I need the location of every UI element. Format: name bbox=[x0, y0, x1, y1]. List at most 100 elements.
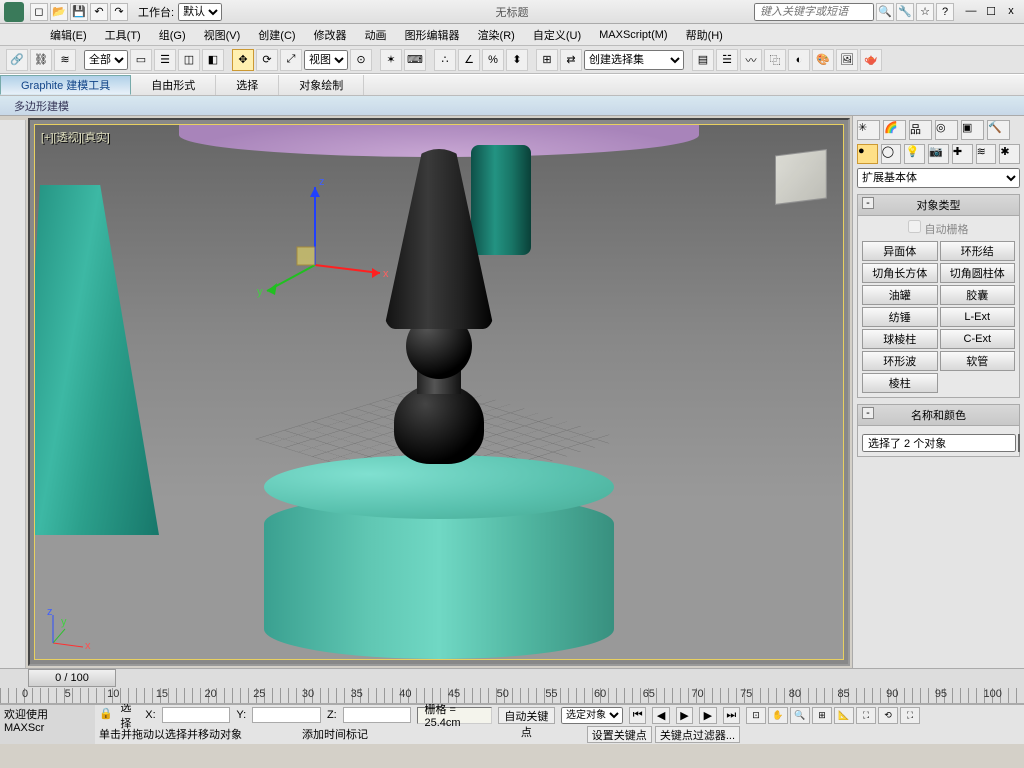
snap-icon[interactable]: ∴ bbox=[434, 49, 456, 71]
prev-frame-icon[interactable]: ◀ bbox=[652, 707, 669, 724]
binoculars-icon[interactable]: 🔍 bbox=[876, 3, 894, 21]
cat-helpers-icon[interactable]: ✚ bbox=[952, 144, 973, 164]
time-slider[interactable]: 0 / 100 bbox=[28, 669, 116, 687]
viewcube[interactable] bbox=[775, 149, 827, 205]
z-coord-input[interactable] bbox=[343, 707, 412, 723]
selection-filter[interactable]: 全部 bbox=[84, 50, 128, 70]
render-setup-icon[interactable]: 🎨 bbox=[812, 49, 834, 71]
btn-capsule[interactable]: 胶囊 bbox=[940, 285, 1016, 305]
btn-chamfercyl[interactable]: 切角圆柱体 bbox=[940, 263, 1016, 283]
nav-orbit-icon[interactable]: ⟲ bbox=[878, 707, 898, 724]
cat-shapes-icon[interactable]: ◯ bbox=[881, 144, 902, 164]
keymode-icon[interactable]: ⌨ bbox=[404, 49, 426, 71]
qat-save[interactable]: 💾 bbox=[70, 3, 88, 21]
btn-gengon[interactable]: 球棱柱 bbox=[862, 329, 938, 349]
cp-motion-icon[interactable]: ◎ bbox=[935, 120, 958, 140]
tab-paint[interactable]: 对象绘制 bbox=[279, 75, 364, 95]
minimize-button[interactable]: — bbox=[962, 5, 980, 18]
cat-lights-icon[interactable]: 💡 bbox=[904, 144, 925, 164]
viewport[interactable]: [+][透视][真实] x y z bbox=[28, 118, 850, 666]
nav-maximize-icon[interactable]: ⛶ bbox=[900, 707, 920, 724]
menu-tools[interactable]: 工具(T) bbox=[105, 27, 141, 43]
timeline-ruler[interactable]: 0510152025303540455055606570758085909510… bbox=[0, 688, 1024, 704]
object-color-swatch[interactable] bbox=[1018, 434, 1020, 452]
maximize-button[interactable]: ☐ bbox=[982, 5, 1000, 18]
btn-spindle[interactable]: 纺锤 bbox=[862, 307, 938, 327]
nav-zoom-icon[interactable]: 🔍 bbox=[790, 707, 810, 724]
bind-icon[interactable]: ≋ bbox=[54, 49, 76, 71]
btn-torusknot[interactable]: 环形结 bbox=[940, 241, 1016, 261]
btn-hose[interactable]: 软管 bbox=[940, 351, 1016, 371]
move-icon[interactable]: ✥ bbox=[232, 49, 254, 71]
manip-icon[interactable]: ✶ bbox=[380, 49, 402, 71]
nav-fov-icon[interactable]: 📐 bbox=[834, 707, 854, 724]
material-icon[interactable]: ◐ bbox=[788, 49, 810, 71]
qat-redo[interactable]: ↷ bbox=[110, 3, 128, 21]
menu-graph[interactable]: 图形编辑器 bbox=[405, 27, 460, 43]
geometry-category[interactable]: 扩展基本体 bbox=[857, 168, 1020, 188]
time-tag-hint[interactable]: 添加时间标记 bbox=[302, 726, 368, 742]
schematic-icon[interactable]: ⿻ bbox=[764, 49, 786, 71]
btn-lext[interactable]: L-Ext bbox=[940, 307, 1016, 327]
cp-hierarchy-icon[interactable]: 品 bbox=[909, 120, 932, 140]
ref-coord-system[interactable]: 视图 bbox=[304, 50, 348, 70]
curve-editor-icon[interactable]: 〰 bbox=[740, 49, 762, 71]
cat-spacewarps-icon[interactable]: ≋ bbox=[976, 144, 997, 164]
wrench-icon[interactable]: 🔧 bbox=[896, 3, 914, 21]
nav-zoomext-icon[interactable]: ⛶ bbox=[856, 707, 876, 724]
mirror-icon[interactable]: ⇄ bbox=[560, 49, 582, 71]
menu-modifiers[interactable]: 修改器 bbox=[314, 27, 347, 43]
cp-modify-icon[interactable]: 🌈 bbox=[883, 120, 906, 140]
search-input[interactable] bbox=[754, 3, 874, 21]
key-target-select[interactable]: 选定对象 bbox=[561, 707, 623, 724]
menu-group[interactable]: 组(G) bbox=[159, 27, 186, 43]
rollout-name-color[interactable]: -名称和颜色 bbox=[857, 404, 1020, 426]
menu-help[interactable]: 帮助(H) bbox=[686, 27, 723, 43]
menu-create[interactable]: 创建(C) bbox=[258, 27, 295, 43]
layers-icon[interactable]: ☱ bbox=[716, 49, 738, 71]
pivot-icon[interactable]: ⊙ bbox=[350, 49, 372, 71]
render-frame-icon[interactable]: 🖼 bbox=[836, 49, 858, 71]
angle-snap-icon[interactable]: ∠ bbox=[458, 49, 480, 71]
btn-chamferbox[interactable]: 切角长方体 bbox=[862, 263, 938, 283]
unlink-icon[interactable]: ⛓ bbox=[30, 49, 52, 71]
star-icon[interactable]: ☆ bbox=[916, 3, 934, 21]
cat-systems-icon[interactable]: ✱ bbox=[999, 144, 1020, 164]
menu-custom[interactable]: 自定义(U) bbox=[533, 27, 581, 43]
selection-lock-icon[interactable]: 🔒 bbox=[99, 707, 114, 723]
tab-select[interactable]: 选择 bbox=[216, 75, 279, 95]
goto-end-icon[interactable]: ⏭ bbox=[723, 707, 740, 724]
link-icon[interactable]: 🔗 bbox=[6, 49, 28, 71]
qat-undo[interactable]: ↶ bbox=[90, 3, 108, 21]
btn-oiltank[interactable]: 油罐 bbox=[862, 285, 938, 305]
isolate-icon[interactable]: ⊡ bbox=[746, 707, 766, 724]
goto-start-icon[interactable]: ⏮ bbox=[629, 707, 646, 724]
menu-render[interactable]: 渲染(R) bbox=[478, 27, 515, 43]
rotate-icon[interactable]: ⟳ bbox=[256, 49, 278, 71]
autogrid-checkbox[interactable] bbox=[908, 220, 921, 233]
qat-open[interactable]: 📂 bbox=[50, 3, 68, 21]
cat-cameras-icon[interactable]: 📷 bbox=[928, 144, 949, 164]
play-icon[interactable]: ▶ bbox=[676, 707, 693, 724]
next-frame-icon[interactable]: ▶ bbox=[699, 707, 716, 724]
nav-pan-icon[interactable]: ✋ bbox=[768, 707, 788, 724]
tab-freeform[interactable]: 自由形式 bbox=[131, 75, 216, 95]
rollout-object-type[interactable]: -对象类型 bbox=[857, 194, 1020, 216]
setkey-button[interactable]: 设置关键点 bbox=[587, 726, 652, 743]
btn-prism[interactable]: 棱柱 bbox=[862, 373, 938, 393]
btn-ringwave[interactable]: 环形波 bbox=[862, 351, 938, 371]
menu-view[interactable]: 视图(V) bbox=[204, 27, 241, 43]
help-icon[interactable]: ? bbox=[936, 3, 954, 21]
object-name-field[interactable] bbox=[862, 434, 1016, 452]
workspace-select[interactable]: 默认 bbox=[178, 3, 222, 21]
menu-maxscript[interactable]: MAXScript(M) bbox=[599, 29, 667, 41]
align-icon[interactable]: ▤ bbox=[692, 49, 714, 71]
qat-new[interactable]: ◻ bbox=[30, 3, 48, 21]
spinner-snap-icon[interactable]: ⬍ bbox=[506, 49, 528, 71]
cp-create-icon[interactable]: ✳ bbox=[857, 120, 880, 140]
cp-display-icon[interactable]: ▣ bbox=[961, 120, 984, 140]
autokey-button[interactable]: 自动关键点 bbox=[498, 707, 555, 724]
scale-icon[interactable]: ⤢ bbox=[280, 49, 302, 71]
nav-zoomall-icon[interactable]: ⊞ bbox=[812, 707, 832, 724]
select-region-icon[interactable]: ◫ bbox=[178, 49, 200, 71]
